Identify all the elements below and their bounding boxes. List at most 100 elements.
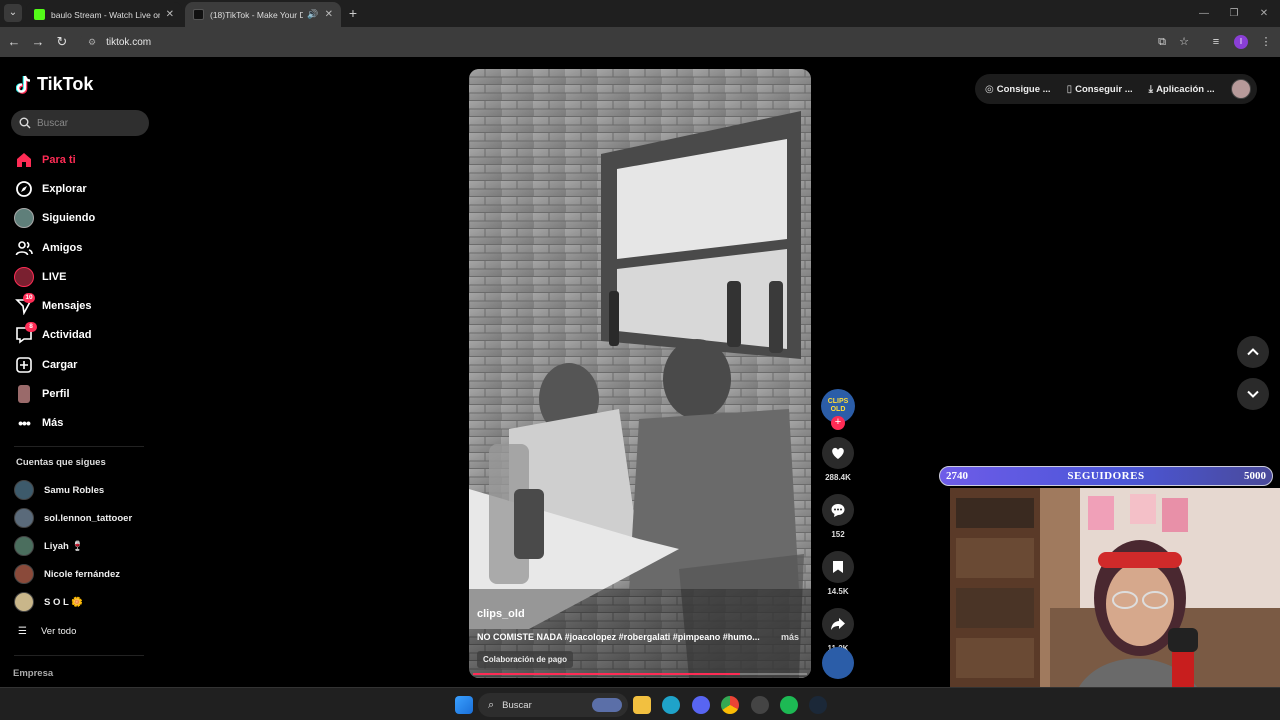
avatar: [14, 508, 34, 528]
nav-siguiendo[interactable]: Siguiendo: [14, 204, 154, 233]
app-icon[interactable]: [751, 696, 769, 714]
video-frame: [469, 69, 811, 678]
speaker-icon[interactable]: 🔊: [307, 9, 318, 20]
following-account[interactable]: Samu Robles: [14, 476, 164, 504]
download-app-button[interactable]: ⤓ Aplicación ...: [1149, 84, 1215, 95]
kick-favicon-icon: [34, 9, 45, 20]
sidebar-divider: [14, 655, 144, 656]
install-app-icon[interactable]: ⧉: [1154, 34, 1170, 50]
media-control-icon[interactable]: ≡: [1208, 34, 1224, 50]
nav-amigos[interactable]: Amigos: [14, 233, 154, 262]
site-info-icon[interactable]: ⚙: [88, 37, 96, 48]
comment-action[interactable]: 152: [820, 494, 856, 539]
menu-kebab-icon[interactable]: ⋮: [1258, 34, 1274, 50]
brand-name: TikTok: [37, 74, 94, 94]
nav-para-ti[interactable]: Para ti: [14, 145, 154, 174]
steam-icon[interactable]: [809, 696, 827, 714]
follower-goal: 5000: [1243, 470, 1266, 482]
windows-start-icon[interactable]: [455, 696, 473, 714]
tab-search-menu-button[interactable]: ⌄: [4, 4, 22, 22]
back-icon[interactable]: ←: [6, 34, 22, 50]
avatar: [14, 592, 34, 612]
webcam-feed: [950, 488, 1280, 720]
get-coins-button[interactable]: ◎ Consigue ...: [985, 84, 1051, 95]
close-tab-icon[interactable]: ✕: [325, 9, 333, 20]
like-count: 288.4K: [825, 473, 851, 482]
avatar: [14, 536, 34, 556]
tiktok-logo[interactable]: TikTok: [16, 74, 93, 95]
url-text: tiktok.com: [106, 36, 152, 48]
close-tab-icon[interactable]: ✕: [166, 9, 174, 20]
tab-kick-stream[interactable]: baulo Stream - Watch Live on K ✕: [26, 2, 182, 27]
nav-mas[interactable]: ••• Más: [14, 409, 154, 438]
see-all-link[interactable]: ☰ Ver todo: [18, 626, 76, 637]
user-avatar[interactable]: [1231, 79, 1251, 99]
activity-icon: 8: [14, 322, 37, 345]
webcam-image: [950, 488, 1280, 720]
save-count: 14.5K: [827, 587, 849, 596]
caption-more-button[interactable]: más: [781, 632, 799, 642]
following-section-title: Cuentas que sigues: [16, 457, 106, 468]
following-account[interactable]: S O L 🌼: [14, 588, 164, 616]
video-progress-bar[interactable]: [473, 673, 807, 675]
nav-explorar[interactable]: Explorar: [14, 174, 154, 203]
activity-badge: 8: [25, 322, 37, 333]
compass-icon: [14, 179, 34, 199]
chevron-up-icon: [1247, 348, 1259, 356]
following-account[interactable]: Nicole fernández: [14, 560, 164, 588]
file-explorer-icon[interactable]: [633, 696, 651, 714]
bookmark-star-icon[interactable]: ☆: [1176, 34, 1192, 50]
following-account[interactable]: Liyah 🍷: [14, 532, 164, 560]
nav-actividad[interactable]: 8 Actividad: [14, 321, 154, 350]
address-bar: ← → ↻ ⚙ tiktok.com ⧉ ☆ ≡ ⋮: [0, 27, 1280, 57]
search-box[interactable]: [11, 110, 149, 136]
next-video-button[interactable]: [1237, 378, 1269, 410]
friends-icon: [14, 238, 34, 258]
close-window-icon[interactable]: ✕: [1248, 0, 1280, 27]
restore-icon[interactable]: ❐: [1218, 0, 1250, 27]
home-icon: [14, 150, 34, 170]
footer-heading[interactable]: Empresa: [13, 668, 53, 679]
spotify-icon[interactable]: [780, 696, 798, 714]
messages-badge: 10: [23, 293, 35, 304]
discord-icon[interactable]: [692, 696, 710, 714]
taskbar-search-label: Buscar: [502, 699, 532, 711]
save-action[interactable]: 14.5K: [820, 551, 856, 596]
following-account[interactable]: sol.lennon_tattooer: [14, 504, 164, 532]
profile-icon: [14, 384, 34, 404]
widget-icon[interactable]: [592, 698, 622, 712]
video-username[interactable]: clips_old: [477, 608, 525, 620]
video-player[interactable]: clips_old NO COMISTE NADA #joacolopez #r…: [469, 69, 811, 678]
nav-label: Explorar: [42, 182, 87, 195]
phone-icon: ▯: [1066, 83, 1073, 95]
omnibox[interactable]: ⚙ tiktok.com: [80, 30, 1180, 54]
reload-icon[interactable]: ↻: [54, 34, 70, 50]
get-app-button[interactable]: ▯ Conseguir ...: [1067, 84, 1133, 95]
button-label: Aplicación ...: [1156, 83, 1215, 95]
new-tab-button[interactable]: +: [345, 6, 361, 22]
follow-plus-button[interactable]: +: [831, 416, 845, 430]
minimize-icon[interactable]: —: [1188, 0, 1220, 27]
tab-title: baulo Stream - Watch Live on K: [51, 9, 160, 20]
forward-icon[interactable]: →: [30, 34, 46, 50]
nav-mensajes[interactable]: 10 Mensajes: [14, 291, 154, 320]
previous-video-button[interactable]: [1237, 336, 1269, 368]
nav-live[interactable]: LIVE: [14, 262, 154, 291]
sound-disc-icon[interactable]: [822, 647, 854, 679]
sidebar-nav: Para ti Explorar Siguiendo Amigos LIVE 1…: [14, 145, 154, 438]
tab-tiktok[interactable]: (18)TikTok - Make Your Day 🔊 ✕: [185, 2, 341, 27]
more-icon: •••: [18, 415, 31, 432]
nav-perfil[interactable]: Perfil: [14, 379, 154, 408]
browser-profile-avatar[interactable]: I: [1234, 35, 1248, 49]
nav-label: Más: [42, 417, 64, 430]
nav-cargar[interactable]: Cargar: [14, 350, 154, 379]
follower-current: 2740: [946, 470, 968, 482]
like-action[interactable]: 288.4K: [820, 437, 856, 482]
edge-icon[interactable]: [662, 696, 680, 714]
search-input[interactable]: [37, 117, 137, 129]
nav-label: Actividad: [42, 329, 92, 342]
avatar: [14, 564, 34, 584]
tiktok-note-icon: [16, 75, 31, 94]
messages-icon: 10: [14, 293, 35, 316]
chrome-icon[interactable]: [721, 696, 739, 714]
